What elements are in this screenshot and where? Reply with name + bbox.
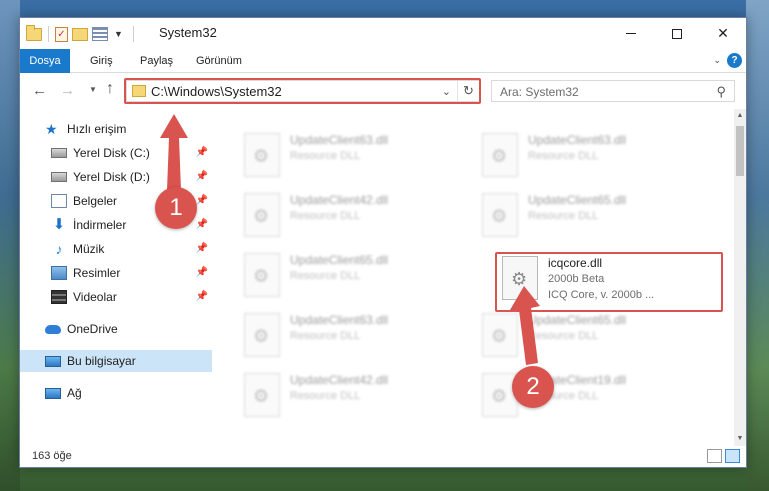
annotation-arrows	[160, 114, 540, 365]
step-2-badge: 2	[512, 366, 554, 408]
step-1-badge: 1	[155, 187, 197, 229]
annotation-arrow-2	[510, 286, 540, 365]
annotation-arrow-1	[160, 114, 188, 190]
